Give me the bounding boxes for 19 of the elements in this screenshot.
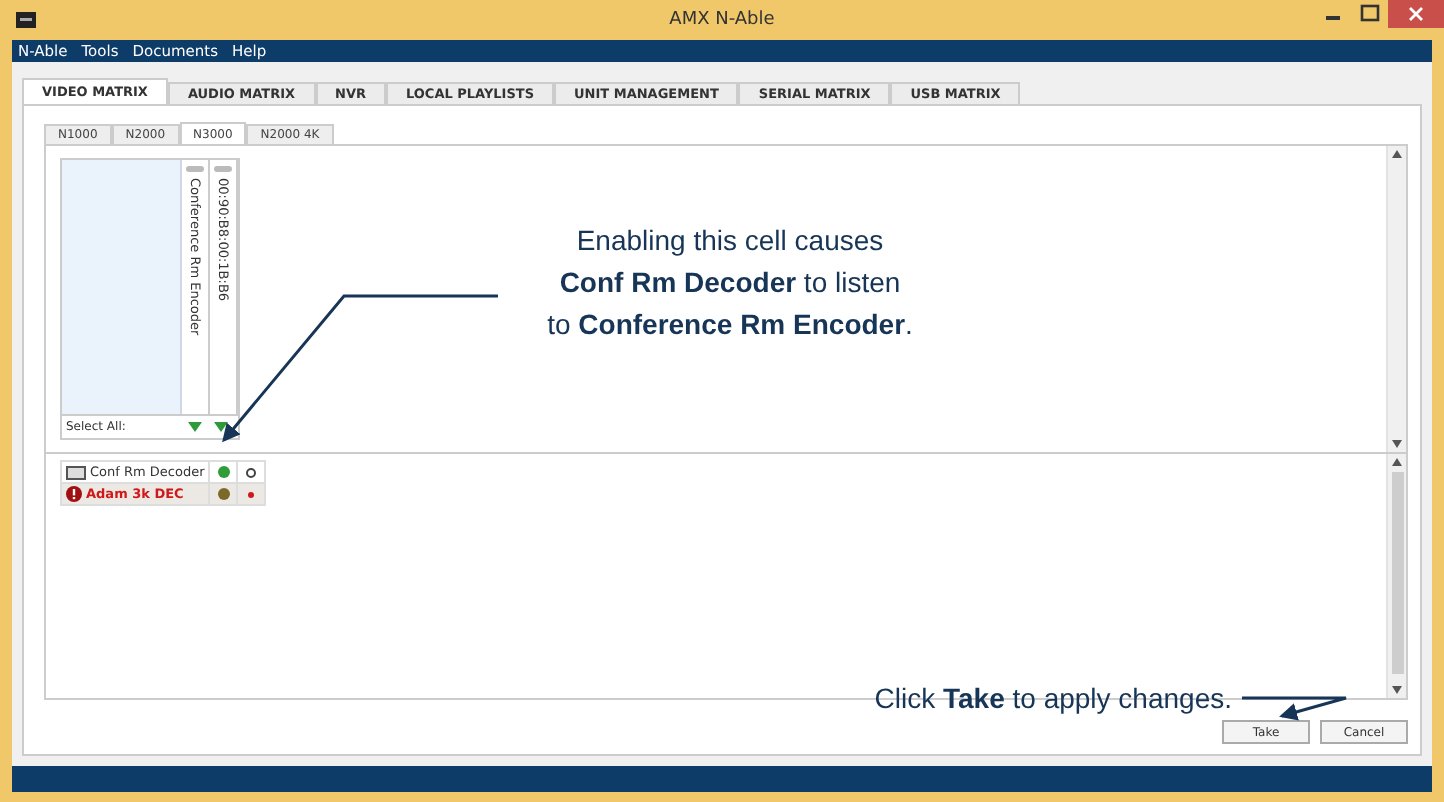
- scrollbar[interactable]: [1386, 454, 1406, 698]
- leader-line: [1242, 696, 1348, 721]
- scroll-down-icon[interactable]: [1392, 686, 1402, 694]
- scroll-down-icon[interactable]: [1392, 440, 1402, 448]
- route-dot[interactable]: [217, 466, 229, 478]
- scroll-up-icon[interactable]: [1392, 150, 1402, 158]
- close-icon[interactable]: [1388, 0, 1444, 28]
- route-dot[interactable]: [217, 488, 229, 500]
- status-dot[interactable]: [248, 491, 254, 497]
- window-title: AMX N-Able: [667, 10, 777, 30]
- scroll-thumb[interactable]: [1391, 472, 1403, 674]
- scroll-up-icon[interactable]: [1392, 458, 1402, 466]
- monitor-icon: [66, 465, 86, 479]
- scrollbar[interactable]: [1386, 146, 1406, 452]
- callout-text: Click Take to apply changes.: [872, 682, 1232, 714]
- empty-circle[interactable]: [246, 467, 256, 477]
- callout-text: Enabling this cell causes Conf Rm Decoder to listen to Conference Rm Encoder.: [545, 222, 915, 344]
- error-icon: [66, 486, 82, 502]
- app-icon: [16, 12, 36, 28]
